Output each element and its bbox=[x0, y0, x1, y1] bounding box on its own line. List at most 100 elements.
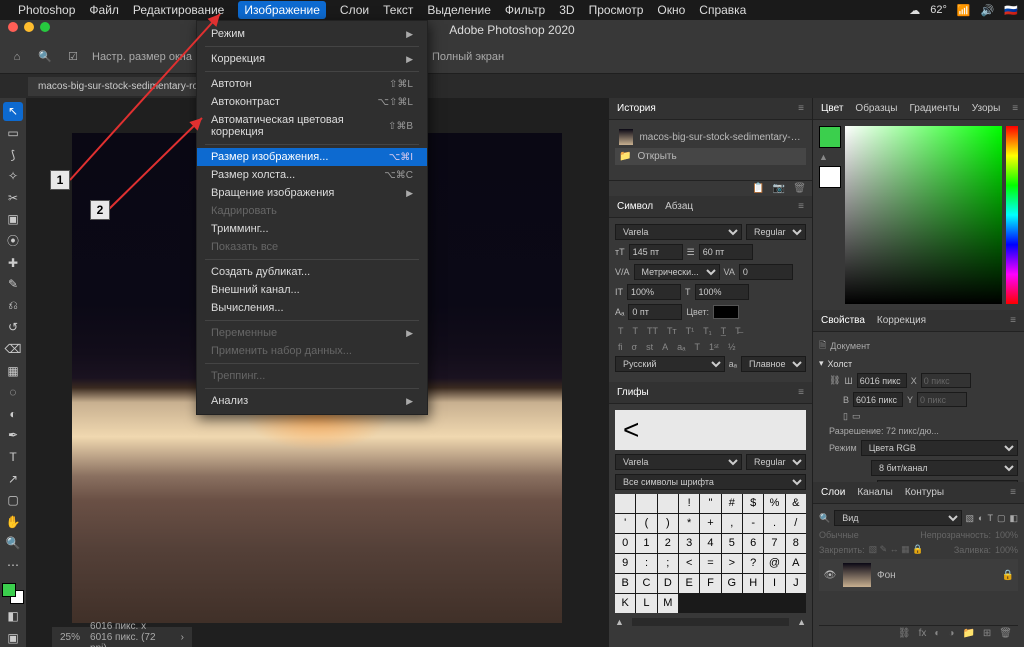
canvas-width-input[interactable] bbox=[857, 373, 907, 388]
flag-icon[interactable]: 🇷🇺 bbox=[1004, 4, 1018, 17]
glyph-cell[interactable] bbox=[658, 494, 678, 513]
antialias-select[interactable]: Плавное bbox=[741, 356, 806, 372]
baseline-input[interactable] bbox=[628, 304, 682, 320]
lock-icon[interactable]: 🔒 bbox=[1002, 570, 1014, 581]
status-arrow-icon[interactable]: › bbox=[181, 632, 184, 643]
glyph-cell[interactable]: & bbox=[786, 494, 806, 513]
glyph-cell[interactable]: # bbox=[722, 494, 742, 513]
patterns-tab[interactable]: Узоры bbox=[972, 103, 1001, 114]
glyph-cell[interactable]: ( bbox=[636, 514, 656, 533]
history-snapshot-row[interactable]: macos-big-sur-stock-sedimentary-rocks-ev… bbox=[615, 126, 806, 148]
bold-btn[interactable]: T bbox=[615, 324, 627, 338]
move-tool[interactable]: ↖ bbox=[3, 102, 23, 121]
color-fg-swatch[interactable] bbox=[819, 126, 841, 148]
menu-view[interactable]: Просмотр bbox=[589, 3, 644, 17]
underline-btn[interactable]: T̲ bbox=[718, 324, 730, 338]
glyph-cell[interactable]: > bbox=[722, 554, 742, 573]
eraser-tool[interactable]: ⌫ bbox=[3, 340, 23, 359]
volume-icon[interactable]: 🔊 bbox=[981, 4, 995, 17]
glyph-zoom-in-icon[interactable]: ▲ bbox=[797, 617, 806, 627]
glyph-cell[interactable]: F bbox=[700, 574, 720, 593]
foreground-swatch[interactable] bbox=[2, 583, 16, 597]
create-snapshot-icon[interactable]: 📋 bbox=[752, 183, 764, 194]
home-icon[interactable]: ⌂ bbox=[8, 48, 26, 66]
menu-edit[interactable]: Редактирование bbox=[133, 3, 224, 17]
smallcaps-btn[interactable]: Tт bbox=[664, 324, 680, 338]
minimize-window-icon[interactable] bbox=[24, 22, 34, 32]
filter-smart-icon[interactable]: ◧ bbox=[1009, 513, 1018, 524]
glyph-cell[interactable]: 0 bbox=[615, 534, 635, 553]
menu-item-внешний-канал-[interactable]: Внешний канал... bbox=[197, 281, 427, 299]
edit-toolbar-icon[interactable]: ⋯ bbox=[3, 556, 23, 575]
hand-tool[interactable]: ✋ bbox=[3, 513, 23, 532]
canvas-height-input[interactable] bbox=[853, 392, 903, 407]
glyph-style-select[interactable]: Regular bbox=[746, 454, 806, 470]
glyph-cell[interactable]: = bbox=[700, 554, 720, 573]
glyphs-tab[interactable]: Глифы bbox=[617, 387, 649, 398]
frame-tool[interactable]: ▣ bbox=[3, 210, 23, 229]
menu-photoshop[interactable]: Photoshop bbox=[18, 3, 75, 17]
orient-portrait-icon[interactable]: ▯ bbox=[843, 411, 848, 422]
history-step-open[interactable]: 📁Открыть bbox=[615, 148, 806, 165]
heal-tool[interactable]: ✚ bbox=[3, 253, 23, 272]
panel-menu-icon[interactable]: ≡ bbox=[798, 103, 804, 114]
menu-layers[interactable]: Слои bbox=[340, 3, 369, 17]
color-tab[interactable]: Цвет bbox=[821, 103, 843, 114]
glyph-cell[interactable]: 1 bbox=[636, 534, 656, 553]
glyph-cell[interactable]: 4 bbox=[700, 534, 720, 553]
menu-help[interactable]: Справка bbox=[699, 3, 746, 17]
glyph-cell[interactable]: 7 bbox=[764, 534, 784, 553]
type-tool[interactable]: T bbox=[3, 448, 23, 467]
glyph-cell[interactable]: E bbox=[679, 574, 699, 593]
screenmode-icon[interactable]: ▣ bbox=[3, 628, 23, 647]
glyph-cell[interactable]: ; bbox=[658, 554, 678, 573]
close-window-icon[interactable] bbox=[8, 22, 18, 32]
glyph-cell[interactable]: ) bbox=[658, 514, 678, 533]
menu-window[interactable]: Окно bbox=[657, 3, 685, 17]
layer-filter-select[interactable]: Вид bbox=[834, 510, 961, 526]
leading-input[interactable] bbox=[699, 244, 753, 260]
glyph-cell[interactable]: / bbox=[786, 514, 806, 533]
menu-text[interactable]: Текст bbox=[383, 3, 413, 17]
menu-item-режим[interactable]: Режим▶ bbox=[197, 25, 427, 43]
glyph-cell[interactable]: 5 bbox=[722, 534, 742, 553]
glyph-cell[interactable] bbox=[636, 494, 656, 513]
delete-history-icon[interactable]: 🗑 bbox=[793, 183, 806, 194]
glyph-font-select[interactable]: Varela bbox=[615, 454, 742, 470]
properties-tab[interactable]: Свойства bbox=[821, 315, 865, 326]
glyph-cell[interactable] bbox=[615, 494, 635, 513]
glyph-cell[interactable]: * bbox=[679, 514, 699, 533]
color-swatches[interactable] bbox=[2, 583, 24, 603]
glyph-cell[interactable]: K bbox=[615, 594, 635, 613]
brush-tool[interactable]: ✎ bbox=[3, 275, 23, 294]
panel-menu-icon[interactable]: ≡ bbox=[798, 387, 804, 398]
swatches-tab[interactable]: Образцы bbox=[855, 103, 897, 114]
mask-icon[interactable]: ◐ bbox=[934, 628, 940, 639]
menu-item-коррекция[interactable]: Коррекция▶ bbox=[197, 50, 427, 68]
menu-item-вычисления-[interactable]: Вычисления... bbox=[197, 299, 427, 317]
delete-layer-icon[interactable]: 🗑 bbox=[999, 628, 1012, 639]
hue-slider[interactable] bbox=[1006, 126, 1018, 304]
pen-tool[interactable]: ✒ bbox=[3, 426, 23, 445]
glyph-cell[interactable]: ? bbox=[743, 554, 763, 573]
color-picker-field[interactable] bbox=[845, 126, 1002, 304]
fx-icon[interactable]: fx bbox=[919, 628, 927, 639]
glyph-cell[interactable]: 9 bbox=[615, 554, 635, 573]
menu-select[interactable]: Выделение bbox=[427, 3, 491, 17]
menu-file[interactable]: Файл bbox=[89, 3, 119, 17]
glyph-cell[interactable]: A bbox=[786, 554, 806, 573]
blend-mode-select[interactable]: Обычные bbox=[819, 530, 859, 540]
wifi-icon[interactable]: 📶 bbox=[957, 4, 971, 17]
font-family-select[interactable]: Varela bbox=[615, 224, 742, 240]
color-mode-select[interactable]: Цвета RGB bbox=[861, 440, 1018, 456]
glyph-cell[interactable]: I bbox=[764, 574, 784, 593]
glyph-cell[interactable]: L bbox=[636, 594, 656, 613]
menu-item-тримминг-[interactable]: Тримминг... bbox=[197, 220, 427, 238]
glyph-cell[interactable]: M bbox=[658, 594, 678, 613]
wand-tool[interactable]: ✧ bbox=[3, 167, 23, 186]
stamp-tool[interactable]: ⎌ bbox=[3, 296, 23, 315]
italic-btn[interactable]: T bbox=[630, 324, 642, 338]
panel-menu-icon[interactable]: ≡ bbox=[1010, 315, 1016, 326]
menu-image[interactable]: Изображение bbox=[238, 1, 326, 19]
glyph-cell[interactable]: J bbox=[786, 574, 806, 593]
